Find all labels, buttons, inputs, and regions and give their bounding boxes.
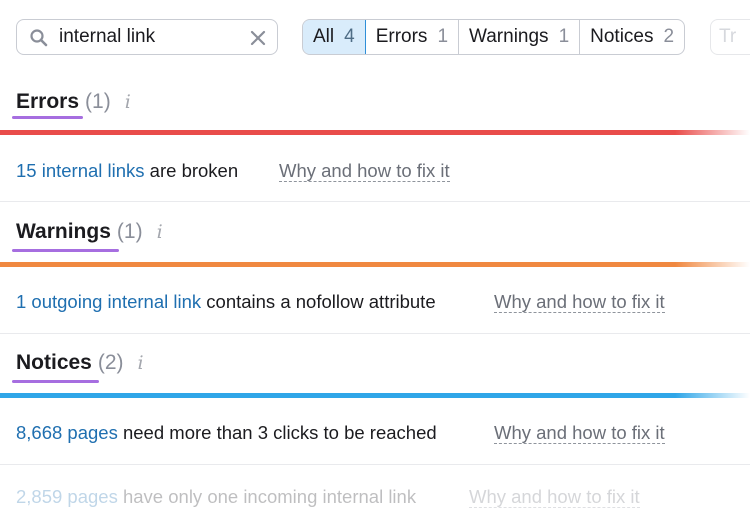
issue-description: 2,859 pages have only one incoming inter… (16, 486, 416, 508)
section-count: (2) (97, 351, 124, 374)
issue-link[interactable]: 15 internal links (16, 160, 145, 181)
errors-severity-bar (0, 130, 750, 135)
toolbar: All 4 Errors 1 Warnings 1 Notices 2 Tr (0, 0, 750, 76)
issue-description-text: have only one incoming internal link (117, 486, 417, 507)
section-title-underline (12, 380, 99, 383)
issue-description: 1 outgoing internal link contains a nofo… (16, 291, 436, 313)
errors-section-header: Errors (1) i (0, 76, 750, 132)
section-title-text: Notices (16, 351, 92, 374)
why-and-how-to-fix-link[interactable]: Why and how to fix it (279, 160, 450, 182)
search-icon (30, 29, 48, 47)
info-icon[interactable]: i (157, 221, 163, 243)
issue-row: 1 outgoing internal link contains a nofo… (0, 268, 750, 334)
section-title-text: Warnings (16, 220, 111, 243)
filter-warnings[interactable]: Warnings 1 (459, 20, 581, 54)
filter-all[interactable]: All 4 (303, 20, 366, 54)
filter-notices[interactable]: Notices 2 (580, 20, 684, 54)
issue-link[interactable]: 2,859 pages (16, 486, 118, 507)
filter-count: 4 (344, 26, 355, 47)
section-title-underline (12, 249, 119, 252)
issue-description-text: contains a nofollow attribute (201, 291, 436, 312)
section-title: Errors (1) i (16, 90, 131, 114)
issue-type-filter: All 4 Errors 1 Warnings 1 Notices 2 (302, 19, 686, 55)
why-and-how-to-fix-link[interactable]: Why and how to fix it (494, 291, 665, 313)
site-audit-issues-panel: All 4 Errors 1 Warnings 1 Notices 2 Tr E… (0, 0, 750, 514)
issue-link[interactable]: 1 outgoing internal link (16, 291, 201, 312)
clear-search-icon[interactable] (250, 30, 266, 46)
section-count: (1) (116, 220, 143, 243)
filter-label: Notices (590, 26, 654, 47)
filter-label: Warnings (469, 26, 549, 47)
filter-label: All (313, 26, 335, 47)
search-input[interactable] (59, 24, 239, 50)
filter-errors[interactable]: Errors 1 (366, 20, 460, 54)
why-and-how-to-fix-link[interactable]: Why and how to fix it (494, 422, 665, 444)
notices-severity-bar (0, 393, 750, 398)
issue-description: 15 internal links are broken (16, 160, 238, 182)
issue-row: 15 internal links are broken Why and how… (0, 138, 750, 202)
section-title-underline (12, 116, 83, 119)
filter-count: 1 (437, 26, 449, 47)
why-and-how-to-fix-link[interactable]: Why and how to fix it (469, 486, 640, 508)
section-title-text: Errors (16, 90, 80, 113)
info-icon[interactable]: i (138, 352, 144, 374)
issue-description: 8,668 pages need more than 3 clicks to b… (16, 422, 437, 444)
issue-link[interactable]: 8,668 pages (16, 422, 118, 443)
issue-row: 8,668 pages need more than 3 clicks to b… (0, 399, 750, 465)
section-title: Notices (2) i (16, 351, 144, 375)
issue-description-text: need more than 3 clicks to be reached (117, 422, 437, 443)
section-title: Warnings (1) i (16, 220, 163, 244)
warnings-section-header: Warnings (1) i (0, 204, 750, 262)
section-count: (1) (85, 90, 111, 113)
filter-count: 2 (663, 26, 675, 47)
filter-count: 1 (558, 26, 570, 47)
filter-label: Errors (375, 26, 428, 47)
search-box[interactable] (16, 19, 278, 55)
issue-row: 2,859 pages have only one incoming inter… (0, 465, 750, 514)
warnings-severity-bar (0, 262, 750, 267)
truncated-button[interactable]: Tr (710, 19, 750, 55)
notices-section-header: Notices (2) i (0, 335, 750, 393)
info-icon[interactable]: i (125, 91, 131, 113)
issue-description-text: are broken (144, 160, 239, 181)
